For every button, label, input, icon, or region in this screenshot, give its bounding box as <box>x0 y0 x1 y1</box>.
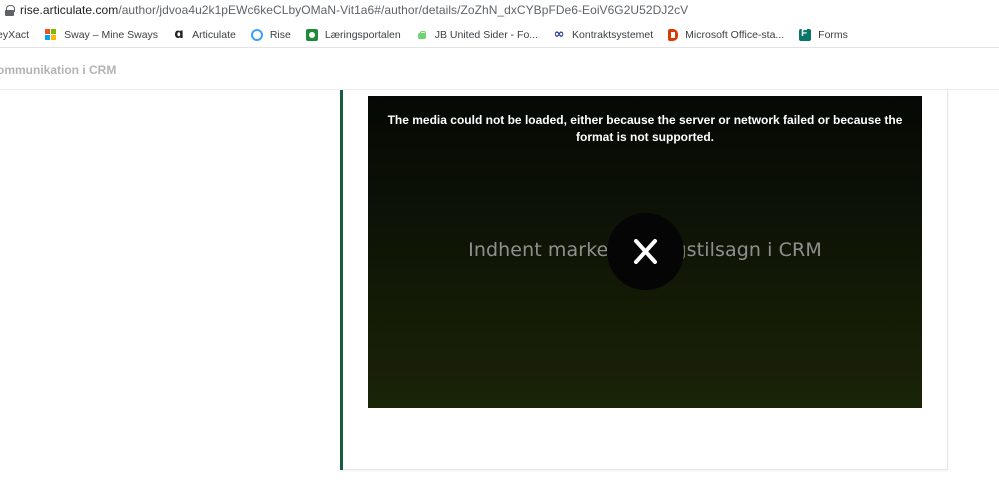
bookmark-articulate[interactable]: ɑ Articulate <box>173 22 236 48</box>
bookmark-rise[interactable]: Rise <box>250 22 291 48</box>
media-error-message: The media could not be loaded, either be… <box>387 113 903 144</box>
bookmark-jb-united[interactable]: JB United Sider - Fo... <box>416 22 538 48</box>
android-icon <box>416 29 428 41</box>
office-icon <box>668 28 679 41</box>
bookmark-label: Articulate <box>192 28 236 41</box>
url-host: rise.articulate.com <box>20 3 119 17</box>
media-error-button[interactable] <box>607 213 684 290</box>
forms-icon <box>799 28 812 41</box>
bookmark-label: JB United Sider - Fo... <box>434 28 539 41</box>
bookmark-label: Sway – Mine Sways <box>64 28 159 41</box>
bookmark-label: Kontraktsystemet <box>572 28 654 41</box>
url-path: /author/jdvoa4u2k1pEWc6keCLbyOMaN-Vit1a6… <box>118 3 689 17</box>
bookmark-label: Microsoft Office-sta... <box>685 28 785 41</box>
close-icon <box>634 239 657 264</box>
bookmark-eyxact[interactable]: eyXact <box>0 22 29 48</box>
bookmark-label: Rise <box>269 28 291 41</box>
rise-ring-icon <box>250 28 263 41</box>
bookmark-sway[interactable]: Sway – Mine Sways <box>45 22 158 48</box>
articulate-logo-icon: ɑ <box>174 26 184 42</box>
bookmarks-bar: eyXact Sway – Mine Sways ɑ Articulate Ri… <box>0 22 999 48</box>
url-text[interactable]: rise.articulate.com/author/jdvoa4u2k1pEW… <box>20 3 688 17</box>
bookmark-laeringsportalen[interactable]: Læringsportalen <box>305 22 401 48</box>
video-player[interactable]: Indhent markedsføringstilsagn i CRM The … <box>368 96 922 408</box>
lesson-title[interactable]: ommunikation i CRM <box>0 63 116 77</box>
bookmark-label: Læringsportalen <box>324 28 401 41</box>
address-bar[interactable]: rise.articulate.com/author/jdvoa4u2k1pEW… <box>0 0 999 20</box>
bookmark-forms[interactable]: Forms <box>799 22 848 48</box>
app-header: ommunikation i CRM <box>0 50 999 90</box>
bookmark-microsoft-office[interactable]: Microsoft Office-sta... <box>668 22 784 48</box>
bookmark-kontraktsystemet[interactable]: ∞ Kontraktsystemet <box>553 22 654 48</box>
laeringsportalen-icon <box>305 28 318 41</box>
lock-icon[interactable] <box>5 4 15 16</box>
infinity-icon: ∞ <box>553 26 565 42</box>
bookmark-label: Forms <box>818 28 848 41</box>
accent-bar <box>340 90 343 470</box>
bookmark-label: eyXact <box>0 28 30 41</box>
microsoft-logo-icon <box>45 28 57 41</box>
